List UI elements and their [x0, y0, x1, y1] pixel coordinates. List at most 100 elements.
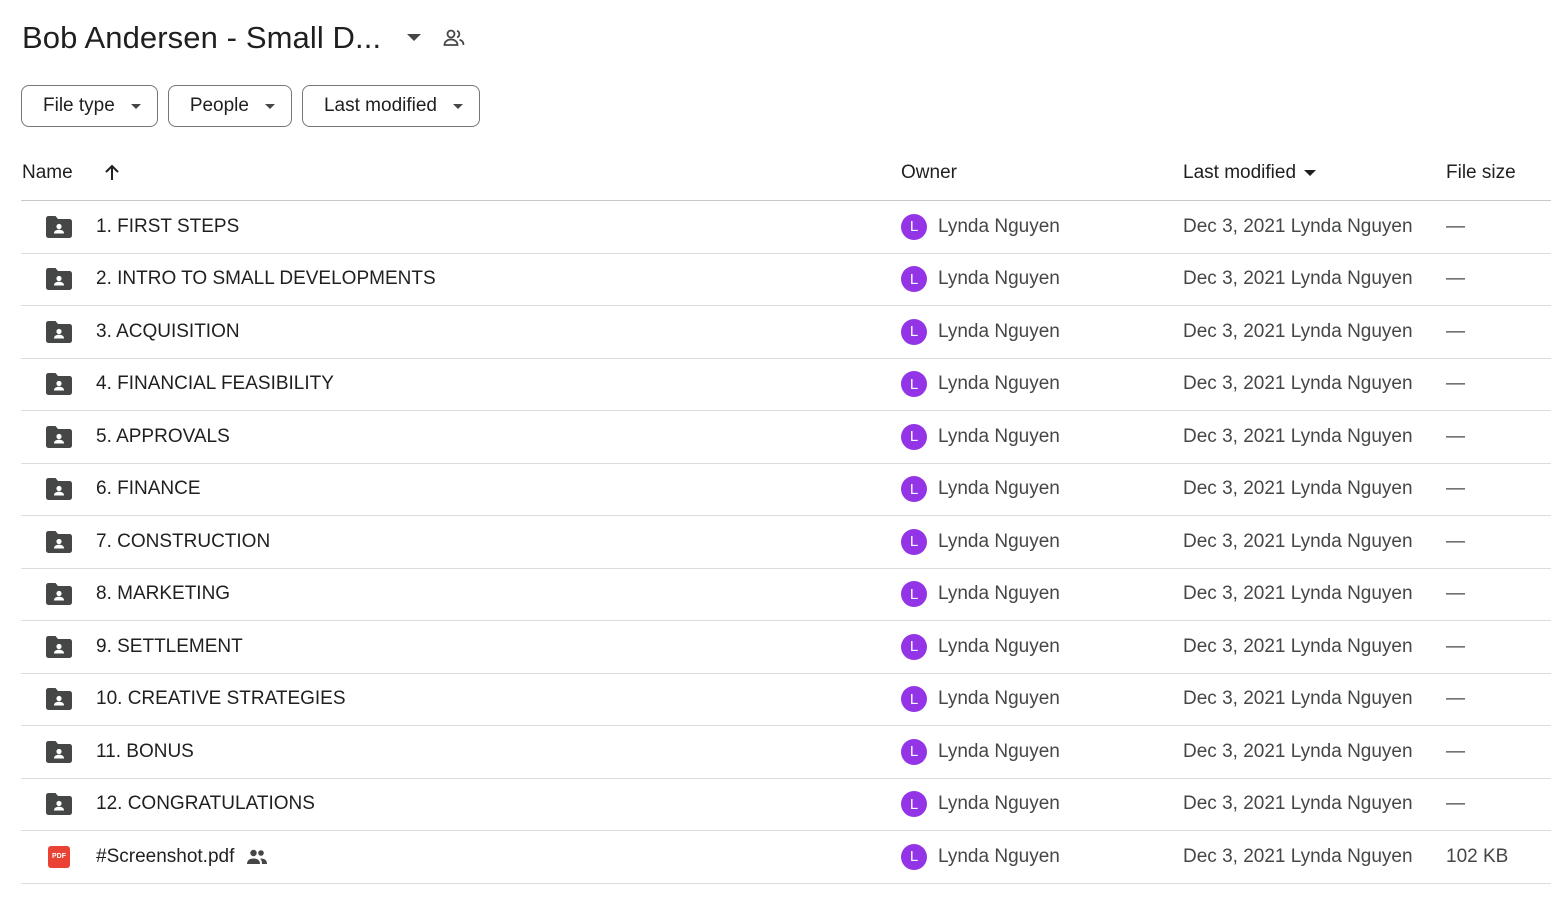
- owner-name: Lynda Nguyen: [938, 635, 1060, 657]
- last-modified-value: Dec 3, 2021 Lynda Nguyen: [1183, 478, 1413, 500]
- owner-name: Lynda Nguyen: [938, 425, 1060, 447]
- file-name: 1. FIRST STEPS: [96, 201, 239, 253]
- shared-folder-icon: [45, 201, 73, 253]
- shared-folder-icon: [45, 779, 73, 831]
- file-name-text: 8. MARKETING: [96, 583, 231, 605]
- shared-folder-icon: [45, 516, 73, 568]
- avatar: L: [901, 476, 927, 503]
- last-modified-value: Dec 3, 2021 Lynda Nguyen: [1183, 583, 1413, 605]
- file-size-value: —: [1446, 215, 1465, 237]
- shared-folder-icon: [45, 464, 73, 516]
- file-size-value: —: [1446, 530, 1465, 552]
- file-owner: L Lynda Nguyen: [901, 779, 1060, 831]
- avatar: L: [901, 581, 927, 608]
- file-owner: L Lynda Nguyen: [901, 306, 1060, 358]
- column-header-owner[interactable]: Owner: [901, 162, 957, 184]
- file-row[interactable]: 7. CONSTRUCTION L Lynda Nguyen Dec 3, 20…: [21, 516, 1551, 569]
- file-owner: L Lynda Nguyen: [901, 569, 1060, 621]
- file-name-text: 12. CONGRATULATIONS: [96, 793, 315, 815]
- avatar: L: [901, 843, 927, 870]
- file-name: 10. CREATIVE STRATEGIES: [96, 674, 346, 726]
- shared-people-icon: [246, 849, 268, 865]
- last-modified-filter[interactable]: Last modified: [301, 85, 480, 127]
- folder-title[interactable]: Bob Andersen - Small D...: [22, 20, 381, 56]
- file-row[interactable]: 1. FIRST STEPS L Lynda Nguyen Dec 3, 202…: [21, 201, 1551, 254]
- last-modified-value: Dec 3, 2021 Lynda Nguyen: [1183, 688, 1413, 710]
- owner-name: Lynda Nguyen: [938, 688, 1060, 710]
- avatar: L: [901, 791, 927, 818]
- last-modified-value: Dec 3, 2021 Lynda Nguyen: [1183, 320, 1413, 342]
- file-size-value: —: [1446, 478, 1465, 500]
- file-name-text: 9. SETTLEMENT: [96, 635, 243, 657]
- file-row[interactable]: 11. BONUS L Lynda Nguyen Dec 3, 2021 Lyn…: [21, 726, 1551, 779]
- people-filter[interactable]: People: [167, 85, 292, 127]
- file-rows: 1. FIRST STEPS L Lynda Nguyen Dec 3, 202…: [21, 201, 1551, 884]
- last-modified-value: Dec 3, 2021 Lynda Nguyen: [1183, 845, 1413, 867]
- file-name: 2. INTRO TO SMALL DEVELOPMENTS: [96, 254, 436, 306]
- file-type-filter-label: File type: [43, 95, 115, 116]
- shared-folder-icon: [45, 569, 73, 621]
- file-name: 4. FINANCIAL FEASIBILITY: [96, 359, 334, 411]
- file-size-value: —: [1446, 635, 1465, 657]
- file-row[interactable]: PDF #Screenshot.pdf L Lynda Nguyen Dec 3…: [21, 831, 1551, 884]
- avatar: L: [901, 423, 927, 450]
- file-row[interactable]: 10. CREATIVE STRATEGIES L Lynda Nguyen D…: [21, 674, 1551, 726]
- owner-name: Lynda Nguyen: [938, 373, 1060, 395]
- file-row[interactable]: 8. MARKETING L Lynda Nguyen Dec 3, 2021 …: [21, 569, 1551, 621]
- file-name-text: 10. CREATIVE STRATEGIES: [96, 688, 346, 710]
- file-size-value: —: [1446, 373, 1465, 395]
- file-name: 5. APPROVALS: [96, 411, 230, 463]
- file-list-header: Name Owner Last modified File size: [21, 148, 1551, 201]
- file-owner: L Lynda Nguyen: [901, 254, 1060, 306]
- file-owner: L Lynda Nguyen: [901, 201, 1060, 253]
- file-name-text: 2. INTRO TO SMALL DEVELOPMENTS: [96, 268, 436, 290]
- file-size-value: —: [1446, 793, 1465, 815]
- file-owner: L Lynda Nguyen: [901, 726, 1060, 778]
- shared-folder-icon: [45, 621, 73, 673]
- file-row[interactable]: 9. SETTLEMENT L Lynda Nguyen Dec 3, 2021…: [21, 621, 1551, 674]
- file-owner: L Lynda Nguyen: [901, 359, 1060, 411]
- file-type-filter[interactable]: File type: [21, 85, 158, 127]
- column-header-name[interactable]: Name: [22, 162, 73, 184]
- file-row[interactable]: 3. ACQUISITION L Lynda Nguyen Dec 3, 202…: [21, 306, 1551, 359]
- file-row[interactable]: 4. FINANCIAL FEASIBILITY L Lynda Nguyen …: [21, 359, 1551, 411]
- file-owner: L Lynda Nguyen: [901, 516, 1060, 568]
- avatar: L: [901, 266, 927, 293]
- last-modified-value: Dec 3, 2021 Lynda Nguyen: [1183, 425, 1413, 447]
- file-size-value: —: [1446, 425, 1465, 447]
- file-size-value: 102 KB: [1446, 845, 1509, 867]
- owner-name: Lynda Nguyen: [938, 268, 1060, 290]
- people-icon[interactable]: [441, 25, 467, 51]
- file-name-text: 11. BONUS: [96, 740, 194, 762]
- arrow-drop-down-icon[interactable]: [403, 27, 425, 49]
- arrow-upward-icon[interactable]: [101, 162, 123, 184]
- last-modified-value: Dec 3, 2021 Lynda Nguyen: [1183, 530, 1413, 552]
- people-filter-label: People: [189, 95, 249, 116]
- owner-name: Lynda Nguyen: [938, 478, 1060, 500]
- file-name: #Screenshot.pdf: [96, 831, 268, 883]
- avatar: L: [901, 738, 927, 765]
- shared-folder-icon: [45, 411, 73, 463]
- file-row[interactable]: 5. APPROVALS L Lynda Nguyen Dec 3, 2021 …: [21, 411, 1551, 464]
- file-size-value: —: [1446, 688, 1465, 710]
- file-name-text: 4. FINANCIAL FEASIBILITY: [96, 373, 334, 395]
- file-owner: L Lynda Nguyen: [901, 674, 1060, 726]
- file-name: 7. CONSTRUCTION: [96, 516, 270, 568]
- shared-folder-icon: [45, 306, 73, 358]
- file-row[interactable]: 2. INTRO TO SMALL DEVELOPMENTS L Lynda N…: [21, 254, 1551, 306]
- avatar: L: [901, 686, 927, 713]
- column-header-last-modified[interactable]: Last modified: [1183, 162, 1317, 184]
- file-size-value: —: [1446, 583, 1465, 605]
- arrow-drop-down-icon: [130, 103, 141, 109]
- owner-name: Lynda Nguyen: [938, 530, 1060, 552]
- file-name-text: 5. APPROVALS: [96, 425, 230, 447]
- file-owner: L Lynda Nguyen: [901, 411, 1060, 463]
- shared-folder-icon: [45, 254, 73, 306]
- column-header-file-size[interactable]: File size: [1446, 162, 1516, 184]
- pdf-icon: PDF: [45, 831, 73, 883]
- file-row[interactable]: 6. FINANCE L Lynda Nguyen Dec 3, 2021 Ly…: [21, 464, 1551, 516]
- file-name: 6. FINANCE: [96, 464, 201, 516]
- file-row[interactable]: 12. CONGRATULATIONS L Lynda Nguyen Dec 3…: [21, 779, 1551, 831]
- arrow-drop-down-icon: [1304, 170, 1317, 176]
- last-modified-value: Dec 3, 2021 Lynda Nguyen: [1183, 635, 1413, 657]
